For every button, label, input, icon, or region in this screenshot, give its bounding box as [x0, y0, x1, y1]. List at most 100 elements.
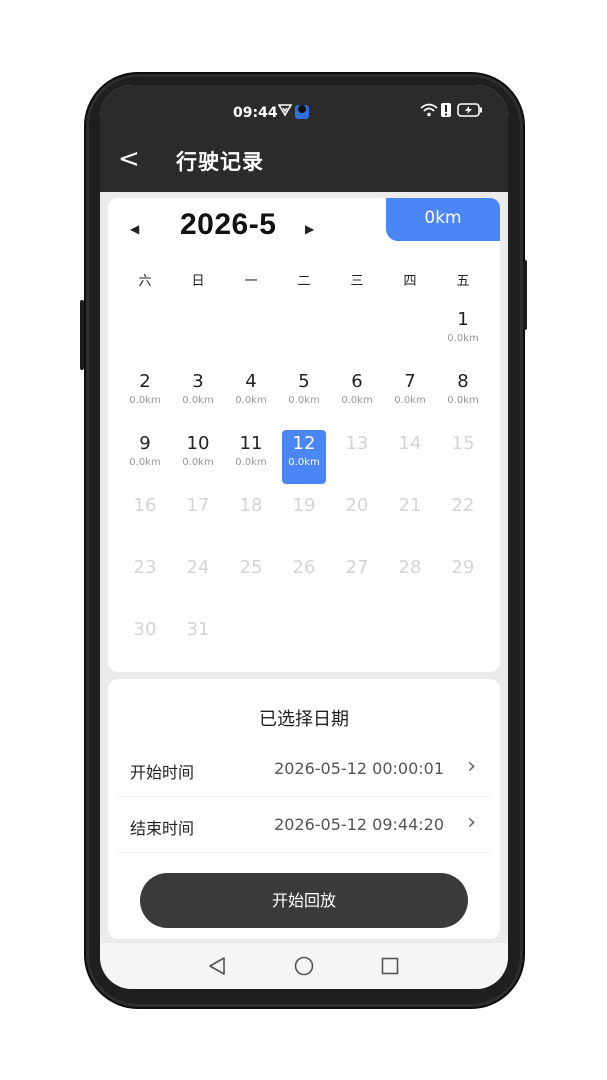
calendar-day[interactable]: 9 0.0km	[123, 430, 167, 484]
calendar-day[interactable]: 1 0.0km	[441, 306, 485, 360]
calendar-day: 16	[123, 492, 167, 546]
day-number: 25	[239, 557, 263, 578]
start-time-value: 2026-05-12 00:00:01	[274, 759, 444, 778]
day-distance: 0.0km	[447, 395, 479, 406]
end-time-row[interactable]: 结束时间 2026-05-12 09:44:20 ›	[118, 797, 490, 853]
day-distance: 0.0km	[394, 395, 426, 406]
start-time-row[interactable]: 开始时间 2026-05-12 00:00:01 ›	[118, 741, 490, 797]
calendar-day: 31	[176, 616, 220, 670]
day-number: 31	[186, 619, 210, 640]
day-number: 29	[451, 557, 475, 578]
next-month-icon[interactable]: ▶	[305, 222, 314, 236]
calendar-grid: 1 0.0km 2 0.0km 3 0.0km 4 0.0km 5 0.0km 6 0.0km 7 0.0…	[123, 309, 497, 670]
day-distance: 0.0km	[129, 395, 161, 406]
day-number: 19	[292, 495, 316, 516]
back-arrow-icon[interactable]: <	[118, 144, 140, 174]
calendar-day: 24	[176, 554, 220, 608]
side-button	[523, 260, 527, 330]
calendar-day: 30	[123, 616, 167, 670]
day-distance: 0.0km	[341, 395, 373, 406]
title-bar: < 行驶记录	[100, 140, 508, 180]
day-number: 20	[345, 495, 369, 516]
calendar-day[interactable]: 11 0.0km	[229, 430, 273, 484]
calendar-day[interactable]: 3 0.0km	[176, 368, 220, 422]
day-number: 30	[133, 619, 157, 640]
nav-back-icon[interactable]	[202, 951, 232, 981]
calendar-day[interactable]: 10 0.0km	[176, 430, 220, 484]
day-number: 3	[192, 371, 204, 392]
page-title: 行驶记录	[176, 150, 264, 174]
chevron-right-icon: ›	[467, 754, 476, 779]
end-time-label: 结束时间	[130, 819, 195, 838]
alert-icon	[441, 103, 451, 121]
day-number: 5	[298, 371, 310, 392]
day-number: 1	[457, 309, 469, 330]
day-number: 7	[404, 371, 416, 392]
day-number: 13	[345, 433, 369, 454]
selection-card: 已选择日期 开始时间 2026-05-12 00:00:01 › 结束时间 20…	[108, 679, 500, 939]
day-number: 17	[186, 495, 210, 516]
calendar-day: 29	[441, 554, 485, 608]
system-nav-bar	[100, 943, 508, 989]
weekday-label: 六	[138, 274, 152, 289]
weekday-label: 四	[403, 274, 417, 289]
side-button	[80, 300, 84, 370]
battery-icon	[457, 103, 483, 121]
calendar-day: 28	[388, 554, 432, 608]
calendar-day: 23	[123, 554, 167, 608]
calendar-day[interactable]: 5 0.0km	[282, 368, 326, 422]
weekday-label: 二	[297, 274, 311, 289]
weekday-label: 日	[191, 274, 205, 289]
status-time: 09:44	[233, 105, 278, 121]
calendar-day: 18	[229, 492, 273, 546]
day-number: 28	[398, 557, 422, 578]
start-playback-button[interactable]: 开始回放	[140, 873, 468, 928]
day-number: 2	[139, 371, 151, 392]
day-number: 8	[457, 371, 469, 392]
day-distance: 0.0km	[129, 457, 161, 468]
prev-month-icon[interactable]: ◀	[130, 222, 139, 236]
top-bar: 09:44 < 行驶记录	[100, 85, 508, 192]
calendar-day[interactable]: 8 0.0km	[441, 368, 485, 422]
month-label: 2026-5	[180, 208, 277, 241]
calendar-day[interactable]: 6 0.0km	[335, 368, 379, 422]
day-distance: 0.0km	[182, 395, 214, 406]
day-number: 4	[245, 371, 257, 392]
calendar-day-selected[interactable]: 12 0.0km	[282, 430, 326, 484]
start-time-label: 开始时间	[130, 763, 195, 782]
calendar-day[interactable]: 4 0.0km	[229, 368, 273, 422]
day-number: 22	[451, 495, 475, 516]
day-distance: 0.0km	[235, 395, 267, 406]
calendar-card: ◀ 2026-5 ▶ 0km 六 日 一 二 三 四 五 1 0.0km 2 0.0km 3 0.0k…	[108, 198, 500, 672]
day-number: 26	[292, 557, 316, 578]
chevron-right-icon: ›	[467, 810, 476, 835]
wifi-icon	[420, 103, 438, 121]
day-number: 15	[451, 433, 475, 454]
day-number: 10	[186, 433, 210, 454]
screen: 09:44 < 行驶记录 ◀ 2026-5 ▶ 0km 六日一 二 三 四 五 …	[100, 85, 508, 989]
day-number: 14	[398, 433, 422, 454]
day-number: 9	[139, 433, 151, 454]
calendar-day[interactable]: 2 0.0km	[123, 368, 167, 422]
calendar-day: 15	[441, 430, 485, 484]
calendar-day[interactable]: 7 0.0km	[388, 368, 432, 422]
calendar-day: 27	[335, 554, 379, 608]
weekday-label: 五	[456, 274, 470, 289]
calendar-day: 22	[441, 492, 485, 546]
status-bar: 09:44	[100, 101, 508, 125]
end-time-value: 2026-05-12 09:44:20	[274, 815, 444, 834]
day-number: 23	[133, 557, 157, 578]
app-notification-icon	[295, 103, 309, 123]
day-number: 11	[239, 433, 263, 454]
day-number: 16	[133, 495, 157, 516]
day-number: 21	[398, 495, 422, 516]
day-number: 12	[292, 433, 316, 454]
day-number: 24	[186, 557, 210, 578]
calendar-day: 14	[388, 430, 432, 484]
weekday-header: 六日一二三四五	[125, 270, 497, 290]
day-number: 6	[351, 371, 363, 392]
nav-recents-icon[interactable]	[375, 951, 405, 981]
nav-home-icon[interactable]	[289, 951, 319, 981]
day-distance: 0.0km	[447, 333, 479, 344]
vpn-icon	[277, 103, 293, 121]
